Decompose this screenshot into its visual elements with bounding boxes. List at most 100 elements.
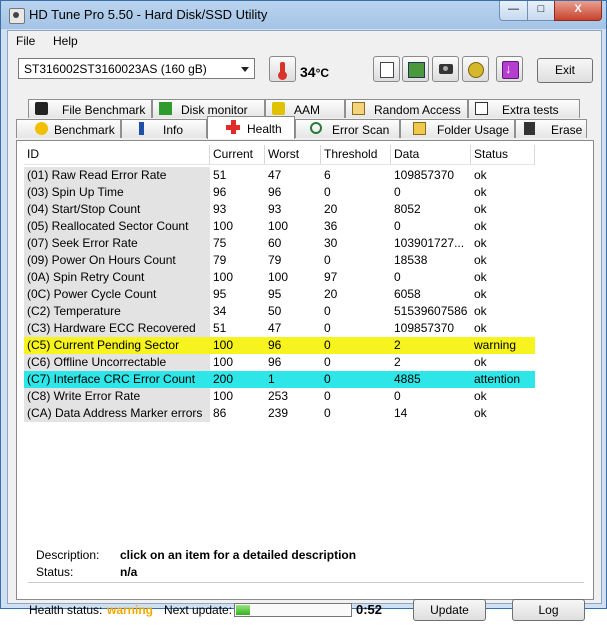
table-row[interactable]: (C5) Current Pending Sector 100 96 0 2 warnin… [24,337,535,354]
col-header-current[interactable]: Current [210,145,265,165]
cell-threshold: 0 [324,338,331,352]
cell-id: (C2) Temperature [24,303,210,320]
drive-select-value: ST316002ST3160023AS (160 gB) [24,62,207,76]
exit-button[interactable]: Exit [537,58,593,83]
temperature-value: 34 [300,64,316,80]
app-window: HD Tune Pro 5.50 - Hard Disk/SSD Utility… [0,0,607,621]
tab-file-benchmark[interactable]: File Benchmark [28,99,152,118]
tab-health[interactable]: Health [207,116,295,139]
copy-text-icon [380,62,394,78]
table-row[interactable]: (04) Start/Stop Count 93 93 20 8052 ok [24,201,535,218]
tab-erase[interactable]: Erase [515,119,587,138]
cell-current: 86 [213,406,227,420]
cell-worst: 50 [268,304,282,318]
options-button[interactable] [462,56,489,82]
health-status-label: Health status: [29,603,103,617]
tab-extra-tests[interactable]: Extra tests [468,99,580,118]
table-row[interactable]: (C2) Temperature 34 50 0 51539607586 ok [24,303,535,320]
settings-icon [468,62,484,78]
menu-bar: File Help [8,31,601,51]
app-icon [9,8,25,24]
copy-screen-button[interactable] [402,56,429,82]
cell-id: (04) Start/Stop Count [24,201,210,218]
status-value: n/a [120,565,138,579]
table-row[interactable]: (CA) Data Address Marker errors 86 239 0 14 o… [24,405,535,422]
table-row[interactable]: (C8) Write Error Rate 100 253 0 0 ok [24,388,535,405]
thermometer-icon[interactable] [269,56,296,82]
cell-data: 4885 [394,372,421,386]
table-row[interactable]: (C7) Interface CRC Error Count 200 1 0 4885 a… [24,371,535,388]
chevron-down-icon[interactable] [241,67,249,72]
copy-screen-icon [408,62,425,78]
col-header-threshold[interactable]: Threshold [321,145,391,165]
menu-help[interactable]: Help [53,34,78,48]
table-row[interactable]: (C6) Offline Uncorrectable 100 96 0 2 ok [24,354,535,371]
cell-threshold: 6 [324,168,331,182]
cell-data: 0 [394,389,401,403]
cell-data: 103901727... [394,236,465,250]
tab-benchmark[interactable]: Benchmark [16,119,121,138]
divider [28,582,584,583]
maximize-button[interactable]: □ [527,1,555,21]
table-row[interactable]: (03) Spin Up Time 96 96 0 0 ok [24,184,535,201]
save-button[interactable] [496,56,523,82]
cell-id: (07) Seek Error Rate [24,235,210,252]
save-icon [502,61,519,79]
cell-status: ok [474,219,487,233]
screenshot-button[interactable] [432,56,459,82]
cell-threshold: 20 [324,202,338,216]
cell-status: ok [474,304,487,318]
update-progress-bar [234,603,352,617]
toolbar: ST316002ST3160023AS (160 gB) 34°C Exit [8,51,601,101]
col-header-worst[interactable]: Worst [265,145,321,165]
cell-worst: 253 [268,389,289,403]
cell-current: 100 [213,355,234,369]
col-header-data[interactable]: Data [391,145,471,165]
smart-table[interactable]: ID Current Worst Threshold Data Status (… [24,145,551,488]
cell-current: 51 [213,321,227,335]
close-button[interactable]: X [554,1,602,21]
copy-text-button[interactable] [373,56,400,82]
tab-folder-usage[interactable]: Folder Usage [400,119,515,138]
cell-current: 96 [213,185,227,199]
benchmark-icon [35,122,48,135]
table-row[interactable]: (09) Power On Hours Count 79 79 0 18538 ok [24,252,535,269]
table-row[interactable]: (0C) Power Cycle Count 95 95 20 6058 ok [24,286,535,303]
cell-status: warning [474,338,517,352]
cell-id: (C5) Current Pending Sector [24,337,210,354]
cell-worst: 96 [268,185,282,199]
cell-data: 2 [394,355,401,369]
update-button[interactable]: Update [413,599,486,621]
cell-status: ok [474,202,487,216]
window-title: HD Tune Pro 5.50 - Hard Disk/SSD Utility [29,7,268,22]
tab-random-access[interactable]: Random Access [345,99,468,118]
cell-id: (05) Reallocated Sector Count [24,218,210,235]
health-panel: ID Current Worst Threshold Data Status (… [16,140,594,621]
tab-error-scan[interactable]: Error Scan [295,119,400,138]
random-access-icon [352,102,365,115]
cell-data: 6058 [394,287,421,301]
cell-data: 0 [394,270,401,284]
minimize-button[interactable]: — [499,1,528,21]
col-header-id[interactable]: ID [24,145,210,165]
client-area: File Help ST316002ST3160023AS (160 gB) 3… [7,30,602,621]
speaker-icon [272,102,285,115]
col-header-status[interactable]: Status [471,145,535,165]
table-row[interactable]: (05) Reallocated Sector Count 100 100 36 0 ok [24,218,535,235]
drive-select[interactable]: ST316002ST3160023AS (160 gB) [18,58,255,79]
cell-worst: 100 [268,219,289,233]
table-row[interactable]: (07) Seek Error Rate 75 60 30 103901727... ok [24,235,535,252]
table-row[interactable]: (01) Raw Read Error Rate 51 47 6 109857370 ok [24,167,535,184]
cell-id: (0A) Spin Retry Count [24,269,210,286]
title-bar[interactable]: HD Tune Pro 5.50 - Hard Disk/SSD Utility… [1,1,606,29]
disk-monitor-icon [159,102,172,115]
cell-data: 109857370 [394,168,455,182]
tab-info[interactable]: Info [121,119,207,138]
cell-current: 100 [213,270,234,284]
log-button[interactable]: Log [512,599,585,621]
table-row[interactable]: (0A) Spin Retry Count 100 100 97 0 ok [24,269,535,286]
menu-file[interactable]: File [16,34,35,48]
table-row[interactable]: (C3) Hardware ECC Recovered 51 47 0 10985737… [24,320,535,337]
cell-worst: 1 [268,372,275,386]
cell-id: (01) Raw Read Error Rate [24,167,210,184]
